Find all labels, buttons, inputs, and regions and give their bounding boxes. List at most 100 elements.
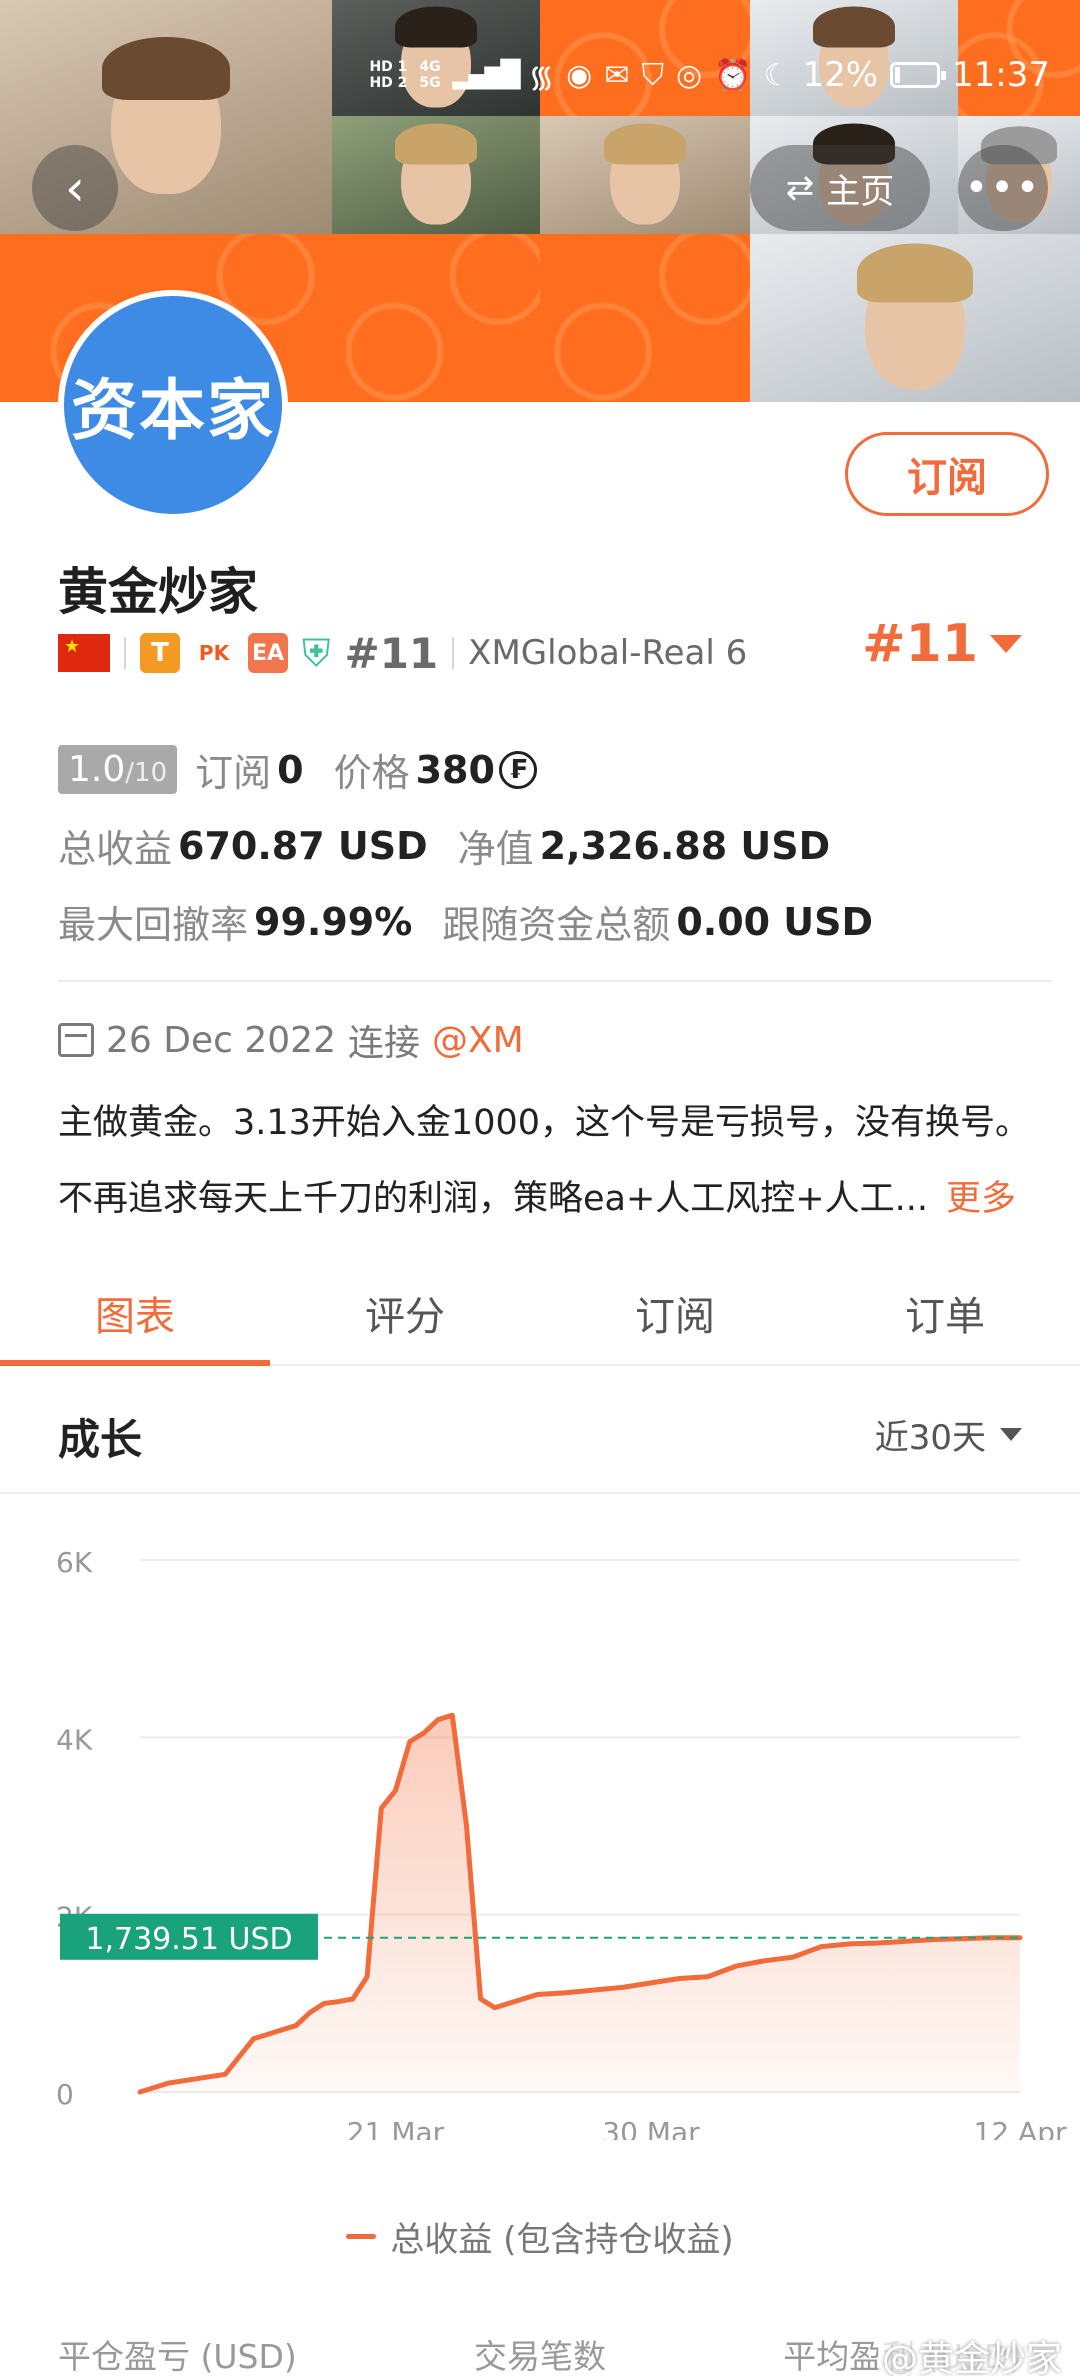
range-dropdown[interactable]: 近30天	[875, 1410, 1022, 1459]
status-bar: HD 1 HD 2 4G 5G ▂▄▆█ ᯾ ◉ ✉ ⛉ ◎ ⏰ ☾ 12% 1…	[369, 40, 1050, 110]
price-label: 价格	[333, 751, 410, 795]
trader-badge[interactable]: T	[140, 633, 180, 673]
banner-photo-8	[750, 234, 1080, 402]
current-value-label: 1,739.51 USD	[85, 1922, 292, 1957]
pk-badge[interactable]: PK	[194, 641, 234, 665]
home-button[interactable]: ⇄ 主页	[750, 145, 930, 231]
legend-swatch	[346, 2234, 377, 2239]
home-button-label: 主页	[826, 171, 895, 212]
rank-value: #11	[862, 614, 978, 674]
description-line-2: 不再追求每天上千刀的利润，策略ea+人工风控+人工... 更多	[58, 1170, 1048, 1221]
chart-legend[interactable]: 总收益 (包含持仓收益)	[0, 2212, 1080, 2261]
description-line-1: 主做黄金。3.13开始入金1000，这个号是亏损号，没有换号。	[58, 1103, 1031, 1143]
alarm-icon: ⏰	[714, 57, 752, 93]
battery-percent: 12%	[802, 55, 879, 95]
coin-icon: ₣	[498, 750, 537, 789]
y-tick-label: 6K	[56, 1546, 93, 1579]
server-name: XMGlobal-Real 6	[468, 633, 748, 673]
sim-indicator: HD 1 HD 2	[369, 59, 407, 91]
equity-label: 净值	[457, 827, 534, 871]
price-value: 380	[415, 747, 495, 792]
total-profit-value: 670.87 USD	[178, 823, 428, 868]
watermark: @黄金炒家	[877, 2330, 1066, 2376]
equity-value: 2,326.88 USD	[539, 823, 831, 868]
more-button[interactable]: •••	[958, 145, 1048, 231]
caret-down-icon	[990, 635, 1022, 653]
moon-icon: ☾	[763, 57, 791, 93]
network1-label: 4G	[419, 59, 441, 75]
banner-orange-tile	[332, 234, 540, 402]
divider	[58, 980, 1052, 982]
caret-down-icon	[1000, 1428, 1022, 1441]
growth-chart-svg: 6K4K2K021 Mar30 Mar12 Apr1,739.51 USD	[56, 1546, 1067, 2140]
rank-badge: #11	[344, 628, 439, 678]
eye-icon: ◎	[675, 57, 703, 93]
swap-icon: ⇄	[785, 168, 815, 208]
sim2-label: HD 2	[369, 75, 408, 91]
x-tick-label: 30 Mar	[602, 2116, 700, 2140]
max-drawdown-value: 99.99%	[254, 899, 413, 944]
broker-link[interactable]: @XM	[432, 1020, 524, 1061]
rank-dropdown[interactable]: #11	[862, 614, 1022, 674]
subscriptions-value: 0	[277, 747, 304, 792]
join-date: 26 Dec 2022	[106, 1019, 336, 1061]
network-indicator: 4G 5G	[419, 59, 440, 91]
connect-label: 连接	[347, 1023, 420, 1064]
rating-max: /10	[125, 758, 168, 788]
range-label: 近30天	[874, 1418, 986, 1458]
follow-funds-value: 0.00 USD	[676, 899, 874, 944]
ea-badge[interactable]: EA	[248, 633, 288, 673]
calendar-icon	[58, 1023, 94, 1057]
subscriptions-label: 订阅	[195, 751, 272, 795]
tab-orders[interactable]: 订单	[810, 1262, 1080, 1364]
growth-section-header: 成长 近30天	[0, 1368, 1080, 1494]
badge-row: T PK EA ⛨ #11 XMGlobal-Real 6	[58, 625, 747, 681]
network2-label: 5G	[419, 75, 441, 91]
stats-row-2: 总收益 670.87 USD 净值 2,326.88 USD	[58, 818, 860, 873]
legend-label: 总收益 (包含持仓收益)	[390, 2220, 734, 2260]
profile-name: 黄金炒家	[58, 563, 258, 621]
avatar[interactable]: 资本家	[58, 290, 288, 520]
footer-trade-count-label: 交易笔数	[474, 2337, 606, 2376]
tab-chart[interactable]: 图表	[0, 1262, 270, 1366]
footer-closed-pnl-label: 平仓盈亏 (USD)	[58, 2337, 297, 2376]
banner-photo-5	[540, 116, 750, 234]
join-info: 26 Dec 2022 连接 @XM	[58, 1014, 524, 1066]
subscribe-button[interactable]: 订阅	[845, 432, 1049, 516]
signal-bars-icon: ▂▄▆█	[452, 60, 521, 90]
china-flag-icon	[58, 634, 110, 672]
stats-row-3: 最大回撤率 99.99% 跟随资金总额 0.00 USD	[58, 894, 903, 949]
app-notification-icon: ◉	[566, 57, 593, 93]
battery-icon	[890, 62, 947, 88]
tab-subscription[interactable]: 订阅	[540, 1262, 810, 1364]
total-profit-label: 总收益	[58, 827, 173, 871]
description-text: 不再追求每天上千刀的利润，策略ea+人工风控+人工...	[58, 1179, 929, 1219]
x-tick-label: 21 Mar	[347, 2116, 445, 2140]
clock: 11:37	[952, 55, 1050, 95]
separator	[124, 637, 126, 669]
wifi-icon: ᯾	[528, 59, 555, 95]
more-link[interactable]: 更多	[946, 1179, 1016, 1219]
x-tick-label: 12 Apr	[974, 2116, 1067, 2140]
more-dots-icon: •••	[964, 165, 1042, 211]
shield-icon: ⛉	[641, 57, 664, 93]
tab-rating[interactable]: 评分	[270, 1262, 540, 1364]
banner-orange-tile	[540, 234, 750, 402]
growth-chart[interactable]: 6K4K2K021 Mar30 Mar12 Apr1,739.51 USD	[0, 1500, 1080, 2140]
sim1-label: HD 1	[369, 59, 408, 75]
separator	[452, 637, 455, 669]
chevron-left-icon: ‹	[65, 159, 85, 217]
section-title: 成长	[58, 1415, 143, 1464]
y-tick-label: 4K	[56, 1723, 93, 1756]
back-button[interactable]: ‹	[32, 145, 118, 231]
stats-row-1: 1.0/10 订阅 0 价格 380 ₣	[58, 742, 537, 797]
verified-shield-icon[interactable]: ⛨	[302, 631, 331, 676]
follow-funds-label: 跟随资金总额	[442, 903, 671, 947]
rating-badge: 1.0/10	[58, 745, 178, 794]
avatar-text: 资本家	[71, 372, 275, 449]
tab-bar: 图表 评分 订阅 订单	[0, 1262, 1080, 1366]
banner-photo-4	[332, 116, 540, 234]
wechat-icon: ✉	[604, 57, 630, 93]
max-drawdown-label: 最大回撤率	[58, 903, 249, 947]
y-tick-label: 0	[56, 2078, 74, 2111]
